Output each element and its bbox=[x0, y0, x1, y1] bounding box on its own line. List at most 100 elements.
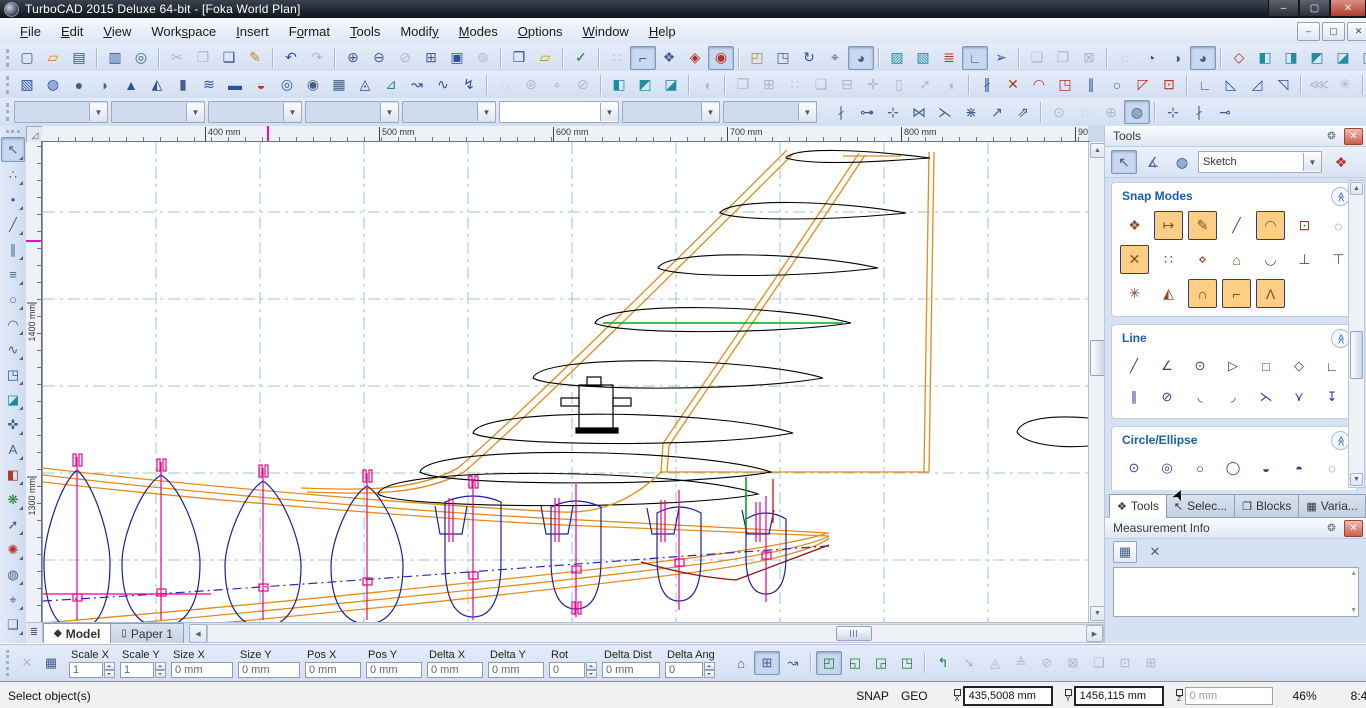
menu-view[interactable]: View bbox=[93, 21, 141, 42]
format-painter-button[interactable]: ✎ bbox=[242, 46, 268, 70]
running-snap-vertex[interactable]: ∤ bbox=[828, 100, 854, 124]
save-button[interactable]: ▤ bbox=[66, 46, 92, 70]
inspector-field-input[interactable]: 0 mm bbox=[171, 662, 233, 678]
boolean-add-tool[interactable]: ◧ bbox=[606, 73, 632, 97]
pin-icon[interactable]: ❂ bbox=[1322, 128, 1341, 145]
perpendicular-line-tool[interactable]: ∟ bbox=[1318, 353, 1346, 379]
text-tool[interactable]: A bbox=[1, 437, 25, 462]
zoom-level[interactable]: 46% bbox=[1293, 689, 1317, 703]
toolbar-button[interactable] bbox=[878, 48, 880, 68]
pattern-scatter-tool[interactable]: ∷ bbox=[782, 73, 808, 97]
snap-aperture-button[interactable]: ∷ bbox=[604, 46, 630, 70]
select-rect-button[interactable]: ❏ bbox=[1024, 46, 1050, 70]
snap-toggle[interactable]: SNAP bbox=[856, 689, 889, 703]
close-icon[interactable]: ✕ bbox=[1344, 520, 1363, 537]
new-button[interactable]: ▢ bbox=[14, 46, 40, 70]
image-settings-button[interactable]: ▧ bbox=[910, 46, 936, 70]
spline-tool[interactable]: ∿ bbox=[1, 337, 25, 362]
snap-toolbar-button[interactable] bbox=[1040, 102, 1042, 122]
view-front-button[interactable]: ◧ bbox=[1252, 46, 1278, 70]
prism-view-button[interactable]: ◈ bbox=[682, 46, 708, 70]
inspector-toolbar-button[interactable] bbox=[810, 653, 812, 673]
inspector-field-input[interactable]: 0 mm bbox=[305, 662, 361, 678]
inspector-field-input[interactable]: 0 bbox=[549, 662, 585, 678]
circle-tangent-2-tool[interactable]: ◓ bbox=[1285, 455, 1313, 481]
drafting-frame-button[interactable]: ⌐ bbox=[630, 46, 656, 70]
snap-circle-2[interactable]: ◌ bbox=[1072, 100, 1098, 124]
circle-two-point-tool[interactable]: ○ bbox=[1186, 455, 1214, 481]
title-bar[interactable]: TurboCAD 2015 Deluxe 64-bit - [Foka Worl… bbox=[0, 0, 1366, 18]
mdi-restore-button[interactable]: ▢ bbox=[1322, 22, 1345, 41]
scroll-down-icon[interactable]: ▼ bbox=[1350, 607, 1357, 614]
toolbar-button[interactable] bbox=[600, 75, 602, 95]
scroll-down-button[interactable]: ▼ bbox=[1350, 473, 1363, 486]
view-left-button[interactable]: ◩ bbox=[1304, 46, 1330, 70]
copy-move-tool[interactable]: ➚ bbox=[1, 512, 25, 537]
3d-cylinder-tool[interactable]: ▮ bbox=[170, 73, 196, 97]
no-circle-button[interactable]: ⊘ bbox=[1034, 651, 1060, 675]
scene-browser-button[interactable]: ◰ bbox=[744, 46, 770, 70]
3d-coil-tool[interactable]: ≋ bbox=[196, 73, 222, 97]
close-button[interactable]: ✕ bbox=[1330, 0, 1366, 17]
print-preview-button[interactable]: ◎ bbox=[128, 46, 154, 70]
chevron-down-icon[interactable]: ▼ bbox=[1303, 153, 1321, 171]
3d-spline-tool[interactable]: ∿ bbox=[430, 73, 456, 97]
arc-tool[interactable]: ◠ bbox=[1, 312, 25, 337]
pick-point-options-button[interactable]: ⊞ bbox=[754, 651, 780, 675]
spinner-buttons[interactable] bbox=[104, 662, 115, 678]
inspector-toolbar-button[interactable] bbox=[924, 653, 926, 673]
select-fence-button[interactable]: ❒ bbox=[1050, 46, 1076, 70]
rectangle-tool[interactable]: □ bbox=[1252, 353, 1280, 379]
snap-circle-1[interactable]: ⊙ bbox=[1046, 100, 1072, 124]
ucs-toggle-button[interactable]: ∟ bbox=[962, 46, 988, 70]
3d-slab-tool[interactable]: ▬ bbox=[222, 73, 248, 97]
zoom-window-button[interactable]: ⊞ bbox=[418, 46, 444, 70]
view-top-button[interactable]: ◫ bbox=[1356, 46, 1366, 70]
chevron-down-icon[interactable]: ▼ bbox=[701, 103, 719, 121]
menu-modify[interactable]: Modify bbox=[390, 21, 448, 42]
property-combo-5[interactable]: ▼ bbox=[402, 101, 496, 123]
clear-fields-button[interactable]: ✕ bbox=[15, 651, 39, 675]
chevron-down-icon[interactable]: ▼ bbox=[89, 103, 107, 121]
toolbar-button[interactable] bbox=[1018, 48, 1020, 68]
3d-helix-tool[interactable]: ↯ bbox=[456, 73, 482, 97]
property-combo-1[interactable]: ▼ bbox=[14, 101, 108, 123]
snap-protractor[interactable]: ◭ bbox=[1154, 279, 1183, 308]
zoom-in-button[interactable]: ⊕ bbox=[340, 46, 366, 70]
pattern-copy-tool[interactable]: ❐ bbox=[730, 73, 756, 97]
pattern-mirror-tool[interactable]: ❏ bbox=[808, 73, 834, 97]
spinner-buttons[interactable] bbox=[704, 662, 715, 678]
inspector-field-input[interactable]: 0 mm bbox=[602, 662, 660, 678]
chevron-down-icon[interactable]: ▼ bbox=[380, 103, 398, 121]
chevron-down-icon[interactable]: ▼ bbox=[186, 103, 204, 121]
menu-file[interactable]: File bbox=[10, 21, 51, 42]
snap-stamp[interactable]: ⌂ bbox=[1222, 245, 1251, 274]
snap-quadrant[interactable]: ⊡ bbox=[1290, 211, 1319, 240]
view-back-button[interactable]: ◨ bbox=[1278, 46, 1304, 70]
snap-ortho[interactable]: ⌐ bbox=[1222, 279, 1251, 308]
menu-format[interactable]: Format bbox=[279, 21, 340, 42]
running-snap-middle[interactable]: ⊶ bbox=[854, 100, 880, 124]
inspector-field-input[interactable]: 1 bbox=[69, 662, 103, 678]
menu-modes[interactable]: Modes bbox=[449, 21, 508, 42]
fillet-tool[interactable]: ◠ bbox=[1026, 73, 1052, 97]
measurement-info-header[interactable]: Measurement Info ❂ ✕ bbox=[1105, 518, 1366, 539]
scroll-right-button[interactable]: ▶ bbox=[1086, 625, 1103, 642]
curve-handles-button[interactable]: ↝ bbox=[780, 651, 806, 675]
render-quality-button[interactable]: ◕ bbox=[1190, 46, 1216, 70]
running-snap-arrow[interactable]: ↗ bbox=[984, 100, 1010, 124]
clip-button[interactable]: ❑ bbox=[1086, 651, 1112, 675]
snap-tangent[interactable]: ◡ bbox=[1256, 245, 1285, 274]
tools-palette-header[interactable]: Tools ❂ ✕ bbox=[1105, 126, 1366, 147]
menu-window[interactable]: Window bbox=[573, 21, 639, 42]
property-combo-8[interactable]: ▼ bbox=[723, 101, 817, 123]
vertical-scrollbar[interactable]: ▲ ▼ bbox=[1088, 142, 1105, 622]
menu-tools[interactable]: Tools bbox=[340, 21, 390, 42]
deselect-button[interactable]: ⊠ bbox=[1076, 46, 1102, 70]
rotate-c-tool[interactable]: ◹ bbox=[1270, 73, 1296, 97]
pattern-polar-tool[interactable]: ✛ bbox=[860, 73, 886, 97]
pattern-round-tool[interactable]: ◖ bbox=[938, 73, 964, 97]
scroll-down-button[interactable]: ▼ bbox=[1090, 606, 1105, 621]
inspector-field-input[interactable]: 0 mm bbox=[427, 662, 483, 678]
context-help-button[interactable]: ➢ bbox=[988, 46, 1014, 70]
